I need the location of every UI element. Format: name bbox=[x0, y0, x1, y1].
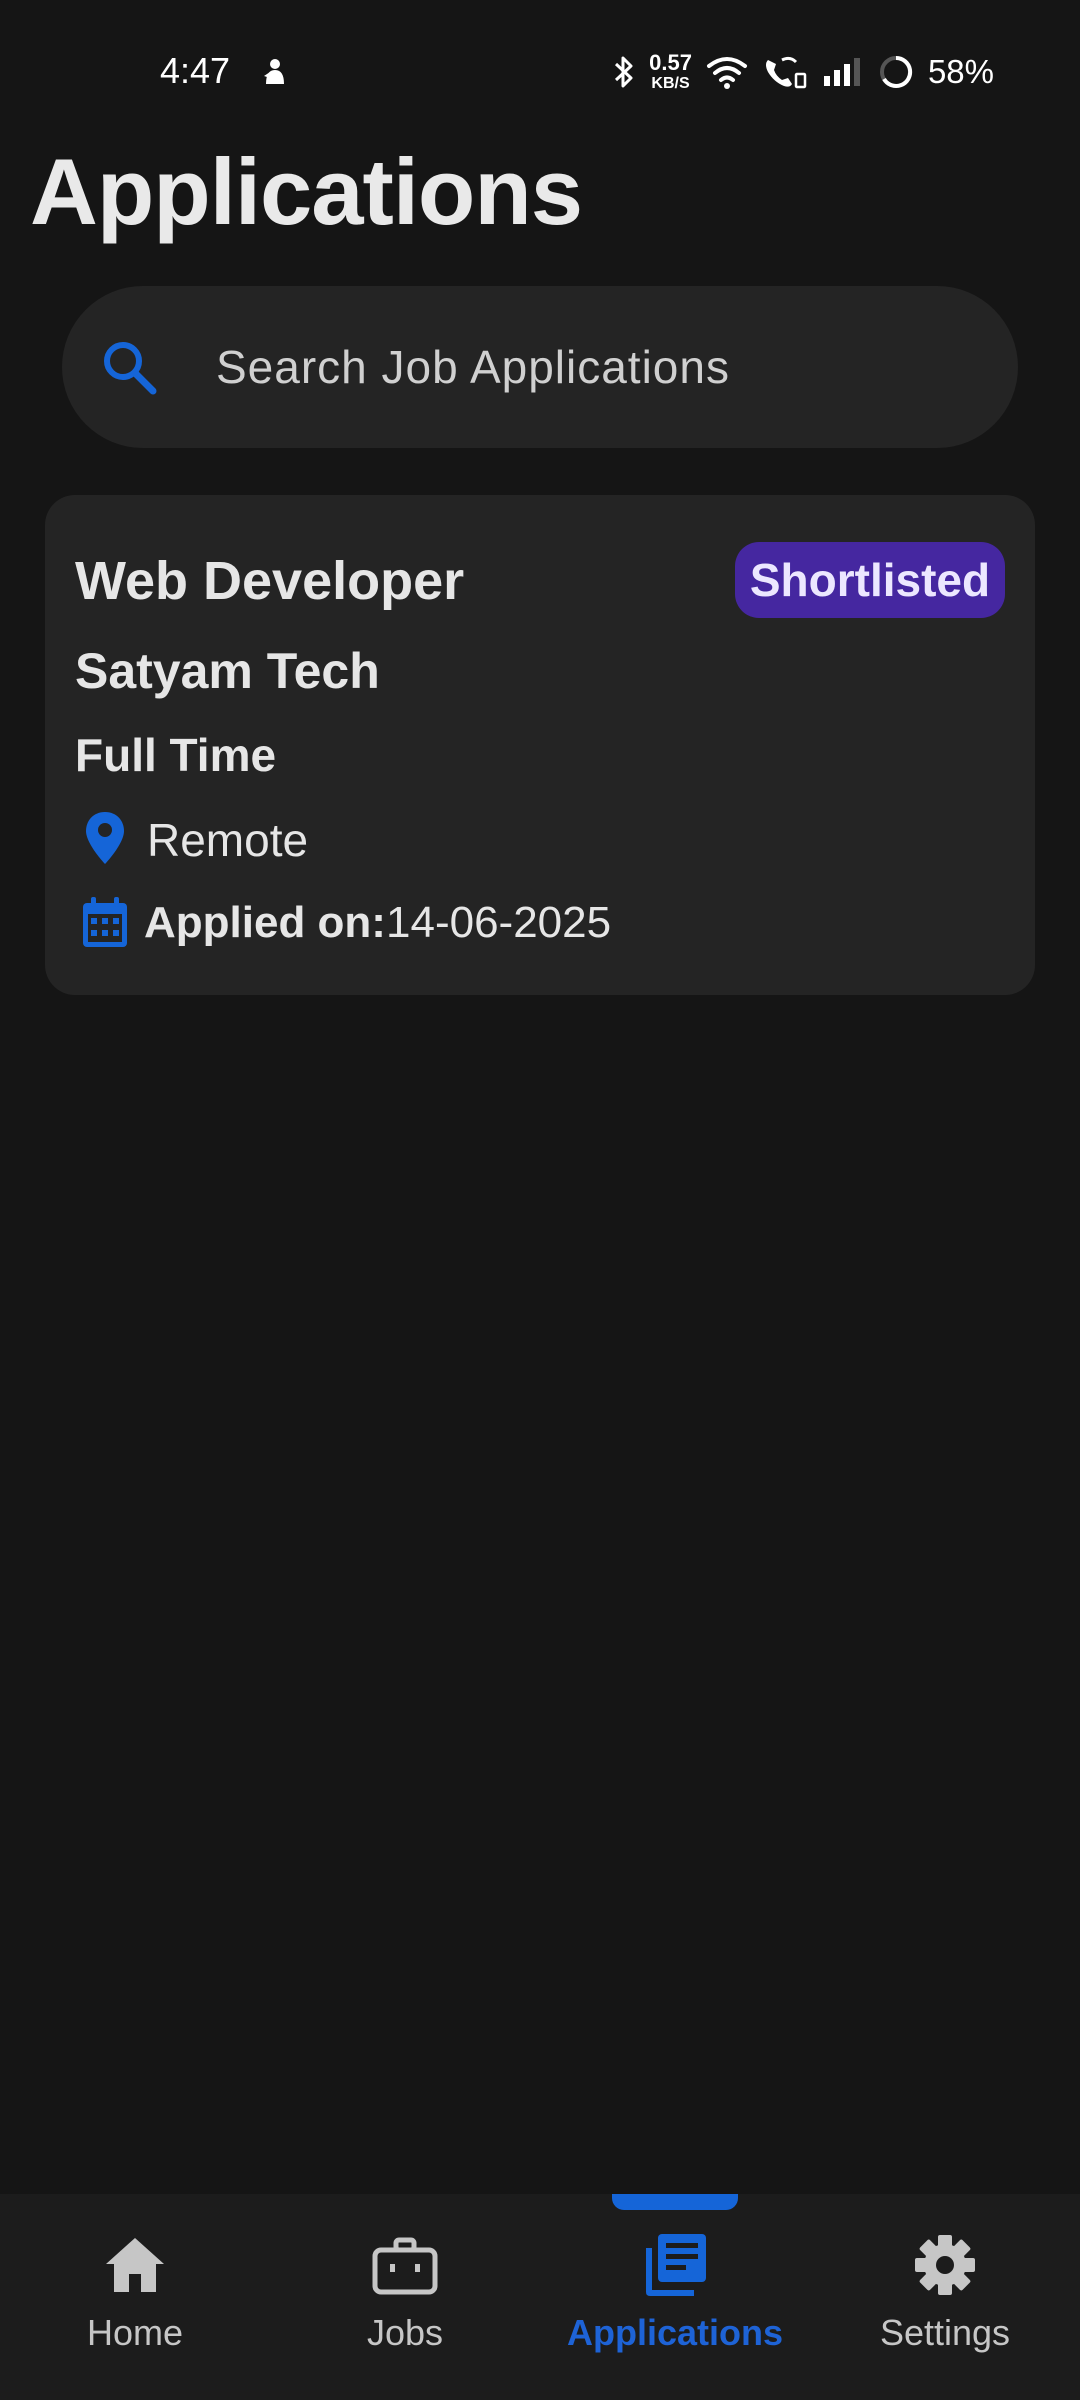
home-icon bbox=[106, 2238, 164, 2292]
applied-date: 14-06-2025 bbox=[386, 898, 612, 947]
applied-on-label: Applied on: bbox=[144, 898, 386, 947]
network-speed: 0.57 KB/S bbox=[649, 50, 692, 92]
job-type: Full Time bbox=[75, 729, 277, 781]
active-tab-indicator bbox=[612, 2194, 738, 2210]
newspaper-icon bbox=[646, 2234, 706, 2296]
status-badge: Shortlisted bbox=[735, 542, 1005, 618]
status-icons: 0.57 KB/S 58% bbox=[613, 50, 994, 94]
gear-icon bbox=[915, 2235, 975, 2295]
wifi-calling-icon bbox=[765, 56, 807, 89]
wifi-icon bbox=[706, 57, 747, 89]
location-pin-icon bbox=[86, 812, 124, 864]
signal-icon bbox=[823, 58, 860, 86]
briefcase-icon bbox=[372, 2237, 438, 2295]
battery-percentage: 58% bbox=[927, 53, 994, 90]
job-title: Web Developer bbox=[75, 551, 465, 611]
nav-applications[interactable]: Applications bbox=[550, 2230, 800, 2370]
status-time: 4:47 bbox=[160, 50, 231, 91]
status-bar: 4:47 0.57 KB/S 58% bbox=[0, 0, 1080, 140]
company-name: Satyam Tech bbox=[75, 643, 380, 699]
page-title: Applications bbox=[30, 139, 583, 244]
search-icon[interactable] bbox=[100, 338, 158, 396]
bluetooth-icon bbox=[615, 56, 633, 88]
nav-settings[interactable]: Settings bbox=[820, 2230, 1070, 2370]
nav-jobs[interactable]: Jobs bbox=[280, 2230, 530, 2370]
notification-icon bbox=[264, 59, 284, 84]
nav-home[interactable]: Home bbox=[10, 2230, 260, 2370]
nav-jobs-label: Jobs bbox=[366, 2312, 444, 2353]
battery-icon bbox=[879, 55, 913, 88]
nav-settings-label: Settings bbox=[879, 2312, 1011, 2353]
nav-applications-label: Applications bbox=[566, 2312, 784, 2353]
search-input[interactable] bbox=[216, 336, 976, 398]
job-location: Remote bbox=[147, 814, 309, 866]
nav-home-label: Home bbox=[86, 2312, 184, 2353]
calendar-icon bbox=[83, 897, 127, 947]
